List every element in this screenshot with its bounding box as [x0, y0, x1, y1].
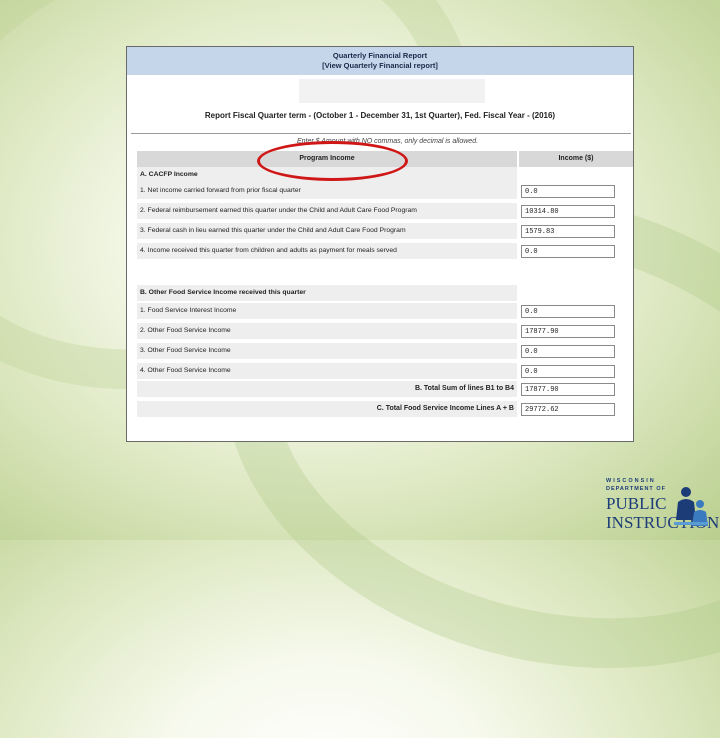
logo-state: WISCONSIN	[606, 478, 656, 484]
highlight-circle	[257, 141, 408, 181]
divider	[131, 133, 631, 134]
row-a4-input[interactable]: 0.0	[521, 245, 615, 258]
total-b-value: 17877.90	[521, 383, 615, 396]
section-b-heading: B. Other Food Service Income received th…	[137, 285, 517, 301]
view-report-link[interactable]: [View Quarterly Financial report]	[127, 61, 633, 71]
report-title: Quarterly Financial Report	[332, 51, 428, 60]
row-a2-label: 2. Federal reimbursement earned this qua…	[137, 203, 517, 219]
row-b2-label: 2. Other Food Service Income	[137, 323, 517, 339]
row-b1-label: 1. Food Service Interest Income	[137, 303, 517, 319]
row-b1-input[interactable]: 0.0	[521, 305, 615, 318]
dpi-logo: WISCONSIN DEPARTMENT OF PUBLIC INSTRUCTI…	[602, 478, 719, 536]
blank-field	[299, 79, 485, 103]
report-screenshot: Quarterly Financial Report [View Quarter…	[126, 46, 634, 442]
row-a1-input[interactable]: 0.0	[521, 185, 615, 198]
row-b3-label: 3. Other Food Service Income	[137, 343, 517, 359]
total-c-label: C. Total Food Service Income Lines A + B	[137, 401, 517, 417]
row-b2-input[interactable]: 17877.90	[521, 325, 615, 338]
logo-department: DEPARTMENT OF	[606, 486, 666, 492]
row-a2-input[interactable]: 10314.80	[521, 205, 615, 218]
column-header-income-amount: Income ($)	[519, 151, 633, 167]
fiscal-term: Report Fiscal Quarter term - (October 1 …	[204, 111, 556, 120]
total-b-label: B. Total Sum of lines B1 to B4	[137, 381, 517, 397]
row-b4-input[interactable]: 0.0	[521, 365, 615, 378]
total-c-value: 29772.62	[521, 403, 615, 416]
row-a1-label: 1. Net income carried forward from prior…	[137, 183, 517, 199]
row-a3-label: 3. Federal cash in lieu earned this quar…	[137, 223, 517, 239]
figures-icon	[674, 487, 708, 526]
logo-public: PUBLIC	[606, 494, 667, 513]
report-header: Quarterly Financial Report [View Quarter…	[127, 47, 633, 75]
row-a4-label: 4. Income received this quarter from chi…	[137, 243, 517, 259]
row-b3-input[interactable]: 0.0	[521, 345, 615, 358]
row-b4-label: 4. Other Food Service Income	[137, 363, 517, 379]
row-a3-input[interactable]: 1579.83	[521, 225, 615, 238]
